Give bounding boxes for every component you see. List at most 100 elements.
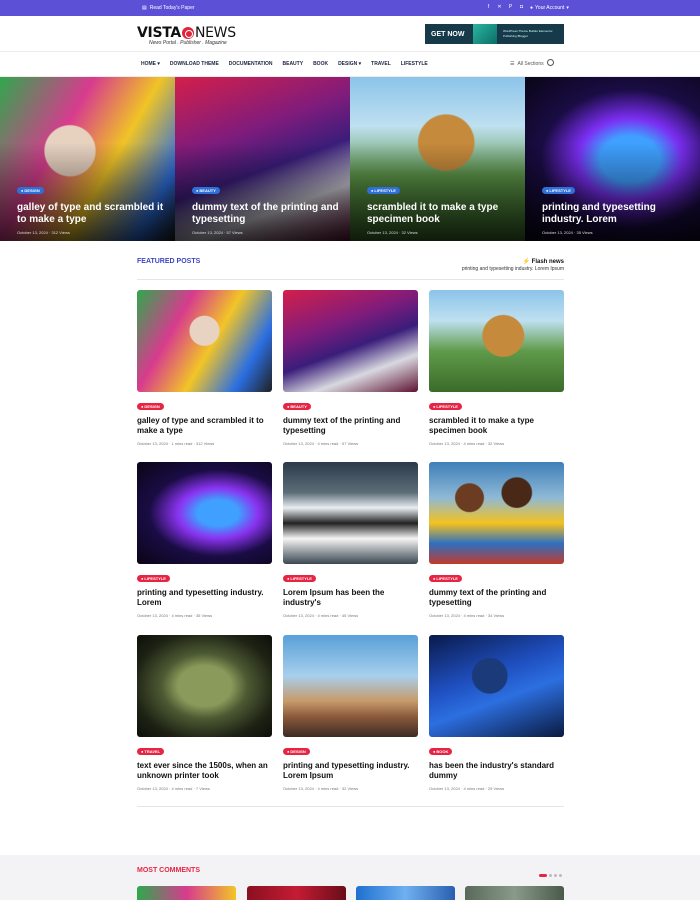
post-card[interactable]: ● DESIGN printing and typesetting indust… [283, 635, 418, 791]
newspaper-icon: ▤ [142, 5, 147, 11]
post-title[interactable]: has been the industry's standard dummy [429, 761, 564, 781]
hero-card[interactable]: ● LIFESTYLE printing and typesetting ind… [525, 77, 700, 241]
post-image[interactable] [283, 635, 418, 737]
post-image[interactable] [429, 290, 564, 392]
section-title: MOST COMMENTS [137, 867, 200, 874]
comment-thumbnail[interactable] [137, 886, 236, 900]
hero-title[interactable]: scrambled it to make a type specimen boo… [367, 202, 517, 226]
category-badge[interactable]: ● BEAUTY [283, 403, 311, 410]
nav-item-travel[interactable]: TRAVEL [371, 61, 391, 67]
hero-meta: October 13, 2024 · 32 Views [367, 230, 418, 235]
post-image[interactable] [137, 462, 272, 564]
category-badge[interactable]: ● DESIGN [283, 748, 310, 755]
nav-item-documentation[interactable]: DOCUMENTATION [229, 61, 273, 67]
post-meta: October 13, 2024 · 4 mins read · 32 View… [429, 441, 505, 446]
site-header: VISTA NEWS News Portal . Publisher . Mag… [0, 16, 700, 52]
hero-card[interactable]: ● LIFESTYLE scrambled it to make a type … [350, 77, 525, 241]
category-badge[interactable]: ● TRAVEL [137, 748, 165, 755]
ad-text: WordPress Theme Builder Elementor Publis… [503, 29, 553, 38]
hero-title[interactable]: dummy text of the printing and typesetti… [192, 202, 342, 226]
post-title[interactable]: Lorem Ipsum has been the industry's [283, 588, 418, 608]
carousel-dot[interactable] [554, 874, 557, 877]
menu-icon: ☰ [510, 61, 515, 67]
flash-news-ticker[interactable]: printing and typesetting industry. Lorem… [462, 266, 564, 272]
search-icon[interactable] [547, 59, 554, 66]
account-label: Your Account [535, 4, 565, 11]
post-card[interactable]: ● BOOK has been the industry's standard … [429, 635, 564, 791]
category-badge[interactable]: ● LIFESTYLE [429, 403, 462, 410]
carousel-dots[interactable] [539, 874, 562, 877]
most-comments-section: MOST COMMENTS [0, 855, 700, 900]
category-badge[interactable]: ● BOOK [429, 748, 453, 755]
post-image[interactable] [137, 290, 272, 392]
carousel-dot[interactable] [539, 874, 547, 877]
post-card[interactable]: ● LIFESTYLE dummy text of the printing a… [429, 462, 564, 618]
post-card[interactable]: ● TRAVEL text ever since the 1500s, when… [137, 635, 272, 791]
nav-item-download-theme[interactable]: DOWNLOAD THEME [170, 61, 219, 67]
category-badge[interactable]: ● LIFESTYLE [542, 187, 575, 194]
post-title[interactable]: galley of type and scrambled it to make … [137, 416, 272, 436]
chevron-down-icon: ▾ [566, 4, 569, 11]
category-badge[interactable]: ● LIFESTYLE [429, 575, 462, 582]
nav-item-design[interactable]: DESIGN ▾ [338, 61, 361, 67]
category-badge[interactable]: ● LIFESTYLE [367, 187, 400, 194]
hero-meta: October 13, 2024 · 312 Views [17, 230, 70, 235]
category-badge[interactable]: ● LIFESTYLE [283, 575, 316, 582]
post-card[interactable]: ● DESIGN galley of type and scrambled it… [137, 290, 272, 446]
post-card[interactable]: ● LIFESTYLE Lorem Ipsum has been the ind… [283, 462, 418, 618]
flash-news-label: ⚡ Flash news [522, 259, 565, 265]
read-paper-label: Read Today's Paper [149, 5, 195, 11]
post-image[interactable] [283, 290, 418, 392]
x-icon[interactable]: ✕ [497, 4, 502, 11]
post-image[interactable] [283, 462, 418, 564]
logo-vista: VISTA [137, 25, 181, 41]
main-nav: HOME ▾ DOWNLOAD THEME DOCUMENTATION BEAU… [0, 52, 700, 77]
hero-card[interactable]: ● DESIGN galley of type and scrambled it… [0, 77, 175, 241]
read-paper-link[interactable]: ▤ Read Today's Paper [142, 5, 195, 11]
comment-thumbnail[interactable] [356, 886, 455, 900]
nav-item-book[interactable]: BOOK [313, 61, 328, 67]
hero-title[interactable]: galley of type and scrambled it to make … [17, 202, 167, 226]
hero-card[interactable]: ● BEAUTY dummy text of the printing and … [175, 77, 350, 241]
post-image[interactable] [429, 462, 564, 564]
nav-item-home[interactable]: HOME ▾ [141, 61, 160, 67]
post-image[interactable] [429, 635, 564, 737]
post-card[interactable]: ● BEAUTY dummy text of the printing and … [283, 290, 418, 446]
nav-item-lifestyle[interactable]: LIFESTYLE [401, 61, 428, 67]
category-badge[interactable]: ● BEAUTY [192, 187, 220, 194]
category-badge[interactable]: ● DESIGN [17, 187, 44, 194]
nav-item-beauty[interactable]: BEAUTY [283, 61, 304, 67]
ad-image [473, 24, 497, 44]
post-title[interactable]: printing and typesetting industry. Lorem… [283, 761, 418, 781]
category-badge[interactable]: ● DESIGN [137, 403, 164, 410]
carousel-dot[interactable] [549, 874, 552, 877]
facebook-icon[interactable]: f [486, 4, 491, 11]
post-title[interactable]: printing and typesetting industry. Lorem [137, 588, 272, 608]
featured-header: NEWS FEATURED POSTS ⚡ Flash news printin… [137, 251, 564, 280]
post-title[interactable]: text ever since the 1500s, when an unkno… [137, 761, 272, 781]
site-logo[interactable]: VISTA NEWS [137, 25, 236, 41]
hero-title[interactable]: printing and typesetting industry. Lorem [542, 202, 692, 226]
post-image[interactable] [137, 635, 272, 737]
logo-news: NEWS [194, 25, 236, 41]
comment-thumbnail[interactable] [247, 886, 346, 900]
user-icon: ● [530, 4, 534, 11]
post-title[interactable]: dummy text of the printing and typesetti… [283, 416, 418, 436]
category-badge[interactable]: ● LIFESTYLE [137, 575, 170, 582]
post-meta: October 13, 2024 · 4 mins read · 45 View… [283, 613, 359, 618]
comment-thumbnail[interactable] [465, 886, 564, 900]
post-title[interactable]: scrambled it to make a type specimen boo… [429, 416, 564, 436]
post-meta: October 13, 2024 · 4 mins read · 57 View… [283, 441, 359, 446]
pinterest-icon[interactable]: P [508, 4, 513, 11]
account-menu[interactable]: ● Your Account ▾ [530, 5, 569, 11]
hero-meta: October 13, 2024 · 35 Views [542, 230, 593, 235]
post-card[interactable]: ● LIFESTYLE scrambled it to make a type … [429, 290, 564, 446]
post-card[interactable]: ● LIFESTYLE printing and typesetting ind… [137, 462, 272, 618]
all-sections-button[interactable]: ☰ All Sections [510, 61, 544, 67]
instagram-icon[interactable]: ◘ [519, 4, 524, 11]
ad-banner[interactable]: GET NOW WordPress Theme Builder Elemento… [425, 24, 564, 44]
carousel-dot[interactable] [559, 874, 562, 877]
top-bar: ▤ Read Today's Paper f ✕ P ◘ ● Your Acco… [0, 0, 700, 16]
globe-icon [181, 27, 194, 39]
post-title[interactable]: dummy text of the printing and typesetti… [429, 588, 564, 608]
